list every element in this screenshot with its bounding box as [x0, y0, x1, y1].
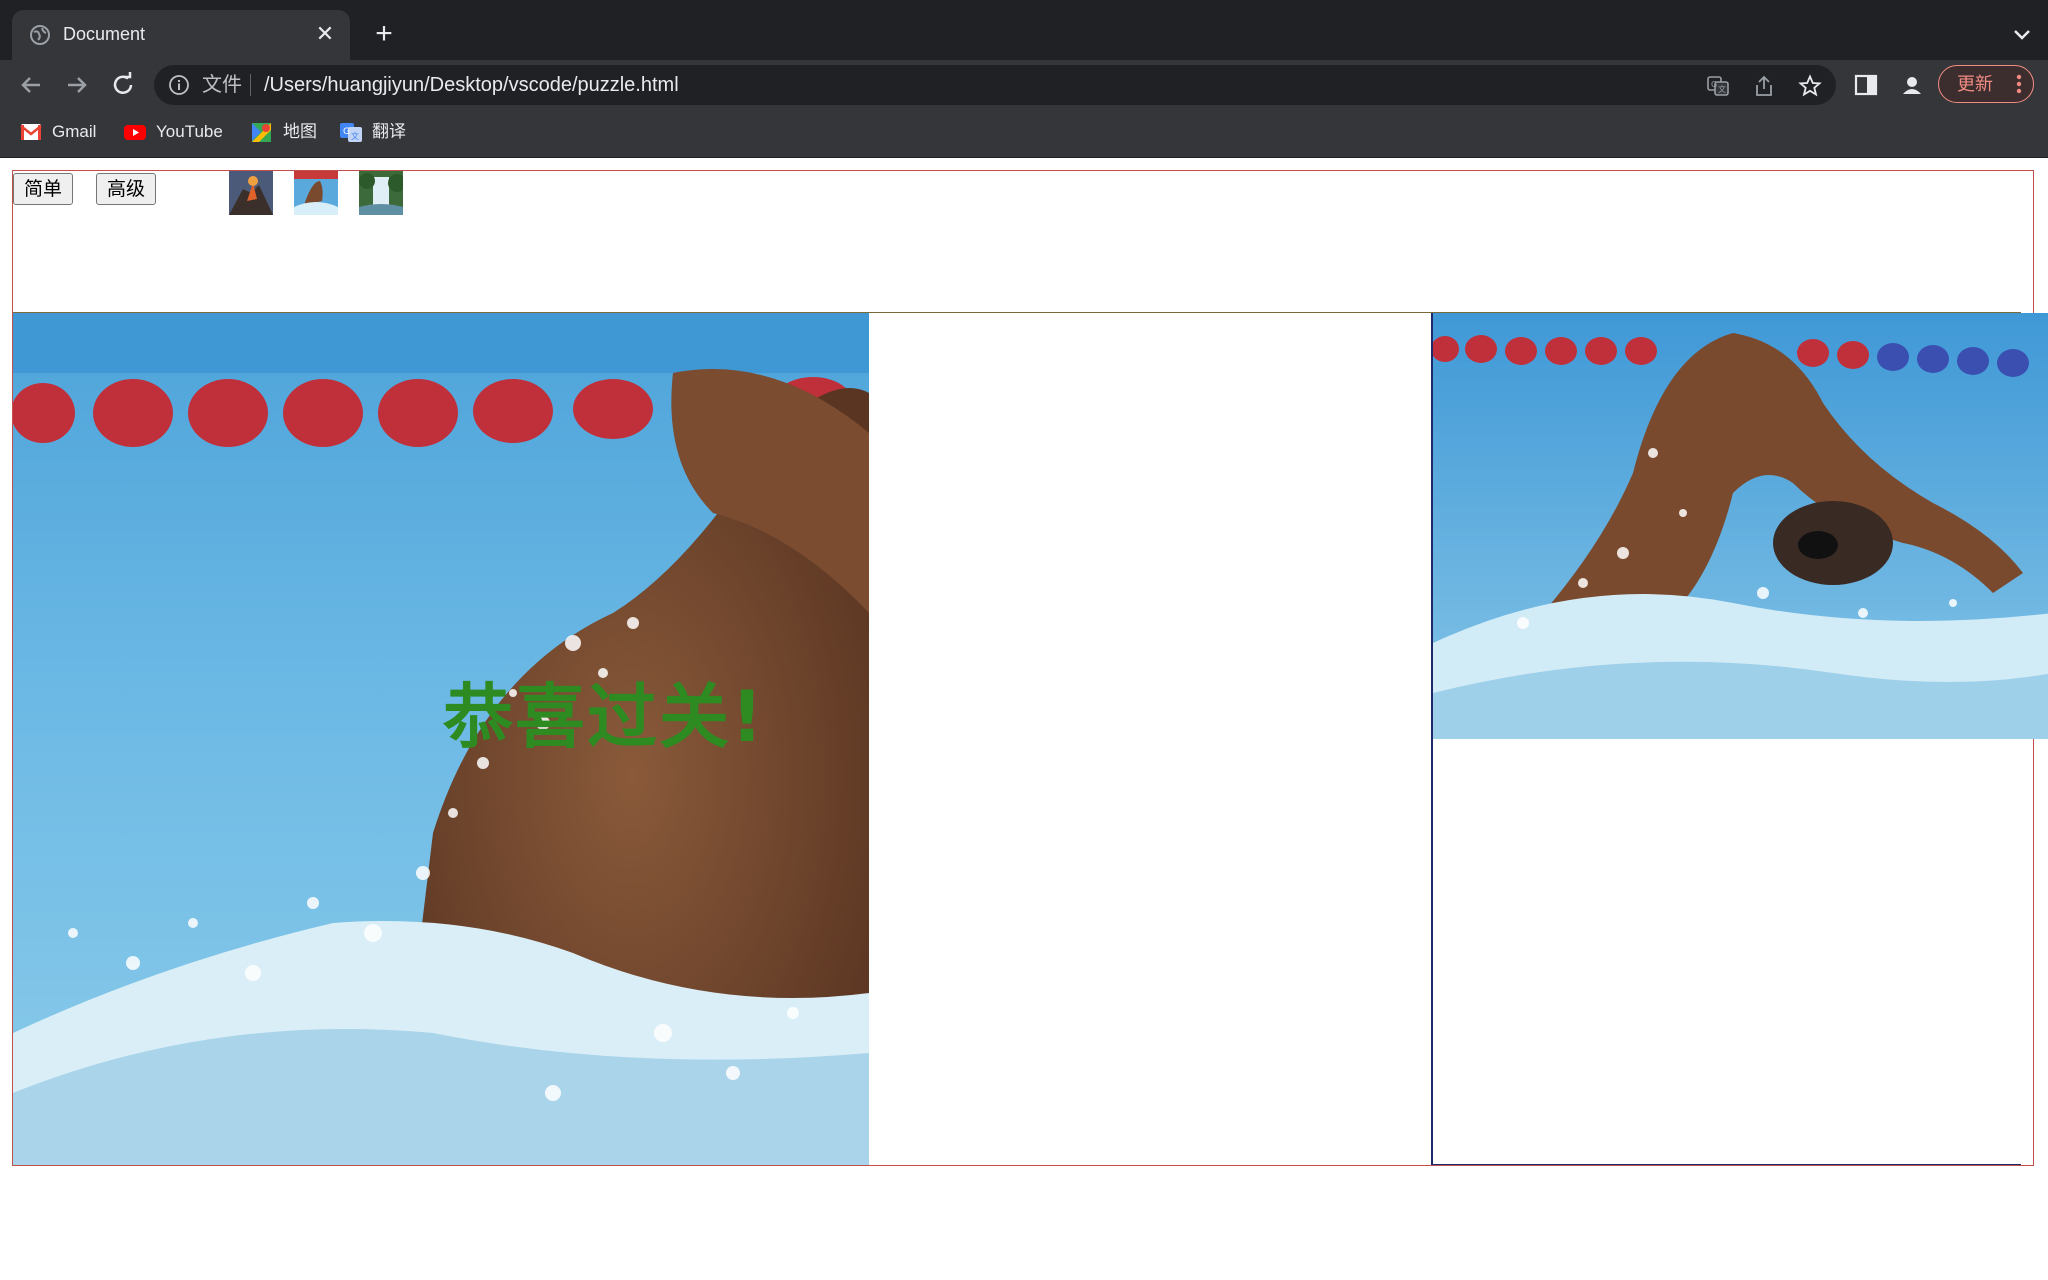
hard-mode-button[interactable]: 高级 — [96, 173, 157, 205]
swimmer-image — [294, 171, 338, 215]
close-tab-icon[interactable]: ✕ — [314, 23, 336, 45]
share-icon[interactable] — [1752, 74, 1776, 98]
waterfall-thumbnail[interactable] — [359, 171, 403, 215]
translate-icon: G 文 — [340, 123, 362, 142]
bookmark-youtube[interactable]: YouTube — [124, 120, 234, 144]
youtube-icon — [124, 125, 146, 140]
waterfall-image — [359, 171, 403, 215]
reference-image — [1433, 313, 2048, 739]
chevron-down-icon[interactable] — [2010, 22, 2034, 46]
side-panel-icon[interactable] — [1852, 71, 1880, 99]
bookmark-label: Gmail — [52, 122, 97, 141]
bookmark-label: YouTube — [156, 122, 223, 141]
tab-strip: Document ✕ + — [0, 0, 2048, 60]
game-container: 简单 高级 恭喜过关! — [12, 170, 2048, 1166]
update-button[interactable]: 更新 — [1938, 65, 2034, 103]
svg-text:G: G — [343, 127, 350, 137]
win-message: 恭喜过关! — [443, 676, 765, 758]
svg-text:文: 文 — [351, 131, 359, 141]
info-icon[interactable] — [168, 74, 190, 96]
maps-icon — [252, 123, 271, 142]
translate-page-icon[interactable]: G 文 — [1706, 74, 1730, 98]
address-bar[interactable]: 文件 /Users/huangjiyun/Desktop/vscode/puzz… — [154, 65, 1836, 105]
svg-text:G: G — [1711, 80, 1717, 89]
browser-toolbar: 文件 /Users/huangjiyun/Desktop/vscode/puzz… — [0, 60, 2048, 110]
svg-text:文: 文 — [1718, 84, 1726, 94]
volcano-thumbnail[interactable] — [229, 171, 273, 215]
separator — [250, 74, 251, 96]
easy-mode-button[interactable]: 简单 — [13, 173, 74, 205]
puzzle-board[interactable]: 恭喜过关! — [13, 313, 869, 1165]
page-content: 简单 高级 恭喜过关! — [0, 158, 2048, 1280]
more-menu-icon[interactable] — [2015, 72, 2023, 96]
bookmarks-bar: Gmail YouTube 地图 G 文 翻译 — [0, 110, 2048, 158]
update-label: 更新 — [1957, 74, 1993, 94]
url-scheme-label: 文件 — [202, 74, 242, 96]
tab-title: Document — [63, 24, 146, 44]
swimmer-thumbnail[interactable] — [294, 171, 338, 215]
globe-icon — [30, 25, 50, 45]
reload-icon[interactable] — [108, 70, 138, 100]
bookmark-maps[interactable]: 地图 — [251, 120, 321, 144]
volcano-image — [229, 171, 273, 215]
profile-icon[interactable] — [1898, 71, 1926, 99]
bookmark-gmail[interactable]: Gmail — [20, 120, 110, 144]
reference-swimmer-image — [1433, 313, 2048, 739]
gmail-icon — [20, 124, 42, 140]
back-icon[interactable] — [16, 70, 46, 100]
bookmark-label: 翻译 — [372, 122, 406, 141]
url-text[interactable]: /Users/huangjiyun/Desktop/vscode/puzzle.… — [264, 73, 679, 97]
bookmark-translate[interactable]: G 文 翻译 — [340, 120, 410, 144]
forward-icon[interactable] — [62, 70, 92, 100]
tab-document[interactable]: Document ✕ — [12, 10, 350, 60]
bookmark-label: 地图 — [283, 122, 317, 141]
new-tab-icon[interactable]: + — [370, 19, 398, 49]
bookmark-star-icon[interactable] — [1798, 74, 1822, 98]
reference-panel — [1431, 313, 2048, 1165]
